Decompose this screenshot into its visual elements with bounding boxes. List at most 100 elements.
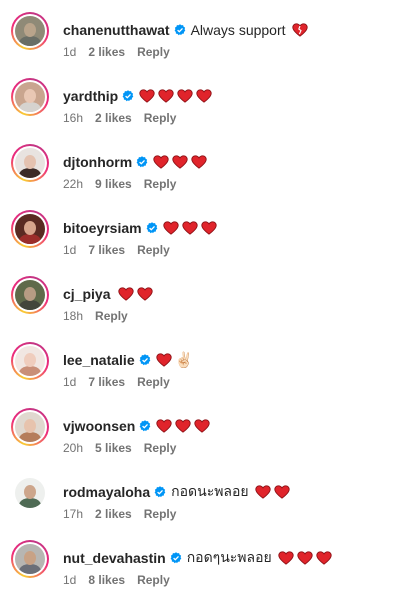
comment-row: cj_piya 18h Reply [0, 276, 405, 336]
comment-body: bitoeyrsiam [63, 218, 220, 238]
heart-icon [175, 419, 194, 433]
likes-count[interactable]: 7 likes [88, 243, 125, 257]
heart-icon [162, 221, 182, 235]
timestamp: 16h [63, 111, 84, 125]
avatar[interactable] [11, 12, 49, 50]
hearts-emoji-group: ✌🏻 [155, 351, 194, 369]
username-link[interactable]: bitoeyrsiam [63, 220, 142, 236]
comment-meta: 17h 2 likes Reply [63, 507, 176, 521]
verified-badge-icon [132, 156, 153, 168]
comment-body: nut_devahastin กอดๆนะพลอย [63, 548, 335, 568]
heart-icon [177, 89, 196, 103]
likes-count[interactable]: 7 likes [88, 375, 125, 389]
heart-icon [297, 551, 316, 565]
hearts-emoji-group [254, 485, 293, 499]
heart-icon [200, 221, 220, 235]
avatar[interactable] [11, 144, 49, 182]
reply-button[interactable]: Reply [137, 243, 170, 257]
timestamp: 17h [63, 507, 84, 521]
timestamp: 1d [63, 243, 77, 257]
avatar[interactable] [11, 276, 49, 314]
victory-hand-icon: ✌🏻 [174, 351, 194, 369]
hearts-emoji-group [162, 221, 220, 235]
heart-icon [191, 155, 210, 169]
avatar[interactable] [11, 408, 49, 446]
hearts-emoji-group [139, 89, 215, 103]
verified-badge-icon [150, 486, 171, 498]
comment-row: chanenutthawat Always support 1d 2 likes Rep… [0, 12, 405, 72]
heart-icon [156, 419, 175, 433]
username-link[interactable]: cj_piya [63, 286, 110, 302]
comment-body: cj_piya [63, 284, 156, 304]
comment-text: กอดนะพลอย [171, 483, 249, 499]
username-link[interactable]: djtonhorm [63, 154, 132, 170]
reply-button[interactable]: Reply [144, 111, 177, 125]
username-link[interactable]: chanenutthawat [63, 22, 170, 38]
heart-icon [196, 89, 215, 103]
reply-button[interactable]: Reply [144, 177, 177, 191]
heart-icon [155, 353, 175, 367]
comment-body: djtonhorm [63, 152, 210, 172]
likes-count[interactable]: 2 likes [88, 45, 125, 59]
avatar[interactable] [11, 342, 49, 380]
reply-button[interactable]: Reply [137, 375, 170, 389]
comment-row: djtonhorm 22h 9 likes Reply [0, 144, 405, 204]
avatar[interactable] [11, 210, 49, 248]
avatar[interactable] [11, 474, 49, 512]
reply-button[interactable]: Reply [137, 573, 170, 587]
likes-count[interactable]: 5 likes [95, 441, 132, 455]
heart-icon [254, 485, 274, 499]
heart-icon [139, 89, 158, 103]
comment-row: vjwoonsen 20h 5 likes Reply [0, 408, 405, 468]
username-link[interactable]: nut_devahastin [63, 550, 166, 566]
hearts-emoji-group [278, 551, 335, 565]
comment-meta: 20h 5 likes Reply [63, 441, 176, 455]
comment-meta: 22h 9 likes Reply [63, 177, 176, 191]
avatar[interactable] [11, 540, 49, 578]
heart-icon [194, 419, 213, 433]
comment-body: yardthip [63, 86, 215, 106]
likes-count[interactable]: 9 likes [95, 177, 132, 191]
heart-icon [316, 551, 335, 565]
verified-badge-icon [142, 222, 163, 234]
verified-badge-icon [170, 24, 191, 36]
comment-meta: 16h 2 likes Reply [63, 111, 176, 125]
comment-meta: 1d 7 likes Reply [63, 375, 170, 389]
reply-button[interactable]: Reply [144, 441, 177, 455]
timestamp: 20h [63, 441, 84, 455]
comment-meta: 18h Reply [63, 309, 128, 323]
verified-badge-icon [118, 90, 139, 102]
verified-badge-icon [135, 354, 156, 366]
heart-icon [153, 155, 172, 169]
comment-body: rodmayaloha กอดนะพลอย [63, 482, 293, 502]
hearts-emoji-group [291, 23, 311, 37]
timestamp: 1d [63, 573, 77, 587]
comment-text: Always support [190, 22, 286, 38]
likes-count[interactable]: 8 likes [88, 573, 125, 587]
username-link[interactable]: lee_natalie [63, 352, 135, 368]
verified-badge-icon [135, 420, 156, 432]
comment-row: rodmayaloha กอดนะพลอย 17h 2 likes Reply [0, 474, 405, 534]
timestamp: 1d [63, 375, 77, 389]
username-link[interactable]: yardthip [63, 88, 118, 104]
heart-icon [158, 89, 177, 103]
hearts-emoji-group [153, 155, 210, 169]
heart-icon [273, 485, 293, 499]
username-link[interactable]: vjwoonsen [63, 418, 135, 434]
comment-meta: 1d 8 likes Reply [63, 573, 170, 587]
comment-body: lee_natalie ✌🏻 [63, 350, 193, 370]
comment-meta: 1d 2 likes Reply [63, 45, 170, 59]
reply-button[interactable]: Reply [144, 507, 177, 521]
timestamp: 1d [63, 45, 77, 59]
likes-count[interactable]: 2 likes [95, 111, 132, 125]
heart-icon [278, 551, 297, 565]
heart-broken-icon [291, 23, 311, 37]
username-link[interactable]: rodmayaloha [63, 484, 150, 500]
verified-badge-icon [166, 552, 187, 564]
reply-button[interactable]: Reply [95, 309, 128, 323]
likes-count[interactable]: 2 likes [95, 507, 132, 521]
comment-text: กอดๆนะพลอย [186, 549, 272, 565]
heart-icon [118, 287, 137, 301]
avatar[interactable] [11, 78, 49, 116]
reply-button[interactable]: Reply [137, 45, 170, 59]
